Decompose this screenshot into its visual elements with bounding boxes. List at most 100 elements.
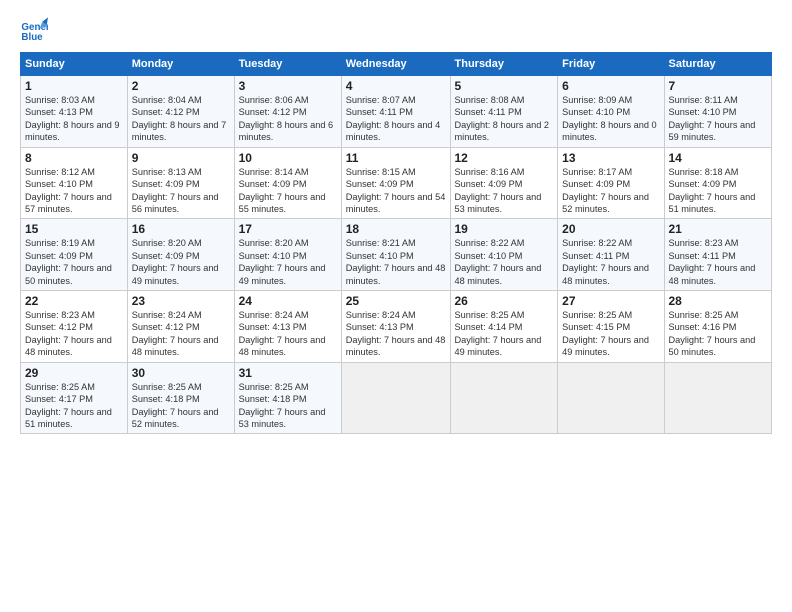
day-number: 22 [25,294,123,308]
day-info: Sunrise: 8:21 AM Sunset: 4:10 PM Dayligh… [346,237,446,287]
day-number: 17 [239,222,337,236]
day-info: Sunrise: 8:09 AM Sunset: 4:10 PM Dayligh… [562,94,659,144]
week-row-2: 8 Sunrise: 8:12 AM Sunset: 4:10 PM Dayli… [21,147,772,219]
day-info: Sunrise: 8:15 AM Sunset: 4:09 PM Dayligh… [346,166,446,216]
day-info: Sunrise: 8:25 AM Sunset: 4:16 PM Dayligh… [669,309,768,359]
day-cell [450,362,558,434]
day-number: 5 [455,79,554,93]
day-info: Sunrise: 8:16 AM Sunset: 4:09 PM Dayligh… [455,166,554,216]
day-info: Sunrise: 8:24 AM Sunset: 4:12 PM Dayligh… [132,309,230,359]
day-cell: 17 Sunrise: 8:20 AM Sunset: 4:10 PM Dayl… [234,219,341,291]
day-number: 1 [25,79,123,93]
day-cell: 11 Sunrise: 8:15 AM Sunset: 4:09 PM Dayl… [341,147,450,219]
day-cell [558,362,664,434]
header-row: SundayMondayTuesdayWednesdayThursdayFrid… [21,53,772,76]
day-info: Sunrise: 8:24 AM Sunset: 4:13 PM Dayligh… [239,309,337,359]
day-cell: 26 Sunrise: 8:25 AM Sunset: 4:14 PM Dayl… [450,291,558,363]
day-number: 31 [239,366,337,380]
day-cell: 2 Sunrise: 8:04 AM Sunset: 4:12 PM Dayli… [127,76,234,148]
day-info: Sunrise: 8:11 AM Sunset: 4:10 PM Dayligh… [669,94,768,144]
day-number: 24 [239,294,337,308]
logo-icon: General Blue [20,16,48,44]
day-info: Sunrise: 8:13 AM Sunset: 4:09 PM Dayligh… [132,166,230,216]
day-number: 23 [132,294,230,308]
day-info: Sunrise: 8:06 AM Sunset: 4:12 PM Dayligh… [239,94,337,144]
day-number: 7 [669,79,768,93]
day-info: Sunrise: 8:25 AM Sunset: 4:14 PM Dayligh… [455,309,554,359]
day-number: 15 [25,222,123,236]
day-info: Sunrise: 8:04 AM Sunset: 4:12 PM Dayligh… [132,94,230,144]
day-cell: 29 Sunrise: 8:25 AM Sunset: 4:17 PM Dayl… [21,362,128,434]
day-number: 18 [346,222,446,236]
page: General Blue SundayMondayTuesdayWednesda… [0,0,792,612]
day-info: Sunrise: 8:08 AM Sunset: 4:11 PM Dayligh… [455,94,554,144]
day-cell: 14 Sunrise: 8:18 AM Sunset: 4:09 PM Dayl… [664,147,772,219]
week-row-3: 15 Sunrise: 8:19 AM Sunset: 4:09 PM Dayl… [21,219,772,291]
day-number: 25 [346,294,446,308]
day-cell: 8 Sunrise: 8:12 AM Sunset: 4:10 PM Dayli… [21,147,128,219]
col-header-sunday: Sunday [21,53,128,76]
day-info: Sunrise: 8:07 AM Sunset: 4:11 PM Dayligh… [346,94,446,144]
day-info: Sunrise: 8:25 AM Sunset: 4:18 PM Dayligh… [132,381,230,431]
day-number: 16 [132,222,230,236]
calendar-body: 1 Sunrise: 8:03 AM Sunset: 4:13 PM Dayli… [21,76,772,434]
day-number: 4 [346,79,446,93]
day-cell: 19 Sunrise: 8:22 AM Sunset: 4:10 PM Dayl… [450,219,558,291]
day-cell: 18 Sunrise: 8:21 AM Sunset: 4:10 PM Dayl… [341,219,450,291]
day-number: 10 [239,151,337,165]
day-number: 3 [239,79,337,93]
day-info: Sunrise: 8:25 AM Sunset: 4:15 PM Dayligh… [562,309,659,359]
day-number: 26 [455,294,554,308]
day-cell: 3 Sunrise: 8:06 AM Sunset: 4:12 PM Dayli… [234,76,341,148]
day-cell: 25 Sunrise: 8:24 AM Sunset: 4:13 PM Dayl… [341,291,450,363]
day-info: Sunrise: 8:22 AM Sunset: 4:11 PM Dayligh… [562,237,659,287]
day-cell: 28 Sunrise: 8:25 AM Sunset: 4:16 PM Dayl… [664,291,772,363]
day-cell: 5 Sunrise: 8:08 AM Sunset: 4:11 PM Dayli… [450,76,558,148]
week-row-1: 1 Sunrise: 8:03 AM Sunset: 4:13 PM Dayli… [21,76,772,148]
day-number: 11 [346,151,446,165]
day-info: Sunrise: 8:03 AM Sunset: 4:13 PM Dayligh… [25,94,123,144]
day-info: Sunrise: 8:25 AM Sunset: 4:18 PM Dayligh… [239,381,337,431]
day-cell [341,362,450,434]
day-cell: 31 Sunrise: 8:25 AM Sunset: 4:18 PM Dayl… [234,362,341,434]
day-number: 30 [132,366,230,380]
day-cell: 7 Sunrise: 8:11 AM Sunset: 4:10 PM Dayli… [664,76,772,148]
day-cell: 10 Sunrise: 8:14 AM Sunset: 4:09 PM Dayl… [234,147,341,219]
day-info: Sunrise: 8:19 AM Sunset: 4:09 PM Dayligh… [25,237,123,287]
day-number: 20 [562,222,659,236]
day-number: 19 [455,222,554,236]
day-number: 6 [562,79,659,93]
day-info: Sunrise: 8:25 AM Sunset: 4:17 PM Dayligh… [25,381,123,431]
day-info: Sunrise: 8:24 AM Sunset: 4:13 PM Dayligh… [346,309,446,359]
day-cell [664,362,772,434]
day-info: Sunrise: 8:12 AM Sunset: 4:10 PM Dayligh… [25,166,123,216]
col-header-thursday: Thursday [450,53,558,76]
week-row-5: 29 Sunrise: 8:25 AM Sunset: 4:17 PM Dayl… [21,362,772,434]
day-info: Sunrise: 8:23 AM Sunset: 4:11 PM Dayligh… [669,237,768,287]
day-cell: 16 Sunrise: 8:20 AM Sunset: 4:09 PM Dayl… [127,219,234,291]
day-number: 28 [669,294,768,308]
col-header-tuesday: Tuesday [234,53,341,76]
day-info: Sunrise: 8:20 AM Sunset: 4:10 PM Dayligh… [239,237,337,287]
day-number: 2 [132,79,230,93]
day-info: Sunrise: 8:23 AM Sunset: 4:12 PM Dayligh… [25,309,123,359]
day-cell: 30 Sunrise: 8:25 AM Sunset: 4:18 PM Dayl… [127,362,234,434]
svg-text:Blue: Blue [21,32,43,43]
day-cell: 27 Sunrise: 8:25 AM Sunset: 4:15 PM Dayl… [558,291,664,363]
calendar-table: SundayMondayTuesdayWednesdayThursdayFrid… [20,52,772,434]
day-cell: 24 Sunrise: 8:24 AM Sunset: 4:13 PM Dayl… [234,291,341,363]
day-cell: 4 Sunrise: 8:07 AM Sunset: 4:11 PM Dayli… [341,76,450,148]
day-cell: 6 Sunrise: 8:09 AM Sunset: 4:10 PM Dayli… [558,76,664,148]
day-cell: 23 Sunrise: 8:24 AM Sunset: 4:12 PM Dayl… [127,291,234,363]
day-cell: 13 Sunrise: 8:17 AM Sunset: 4:09 PM Dayl… [558,147,664,219]
day-cell: 12 Sunrise: 8:16 AM Sunset: 4:09 PM Dayl… [450,147,558,219]
day-number: 14 [669,151,768,165]
day-info: Sunrise: 8:14 AM Sunset: 4:09 PM Dayligh… [239,166,337,216]
day-number: 8 [25,151,123,165]
day-cell: 1 Sunrise: 8:03 AM Sunset: 4:13 PM Dayli… [21,76,128,148]
day-number: 29 [25,366,123,380]
calendar-header: SundayMondayTuesdayWednesdayThursdayFrid… [21,53,772,76]
day-cell: 20 Sunrise: 8:22 AM Sunset: 4:11 PM Dayl… [558,219,664,291]
day-number: 13 [562,151,659,165]
day-number: 21 [669,222,768,236]
